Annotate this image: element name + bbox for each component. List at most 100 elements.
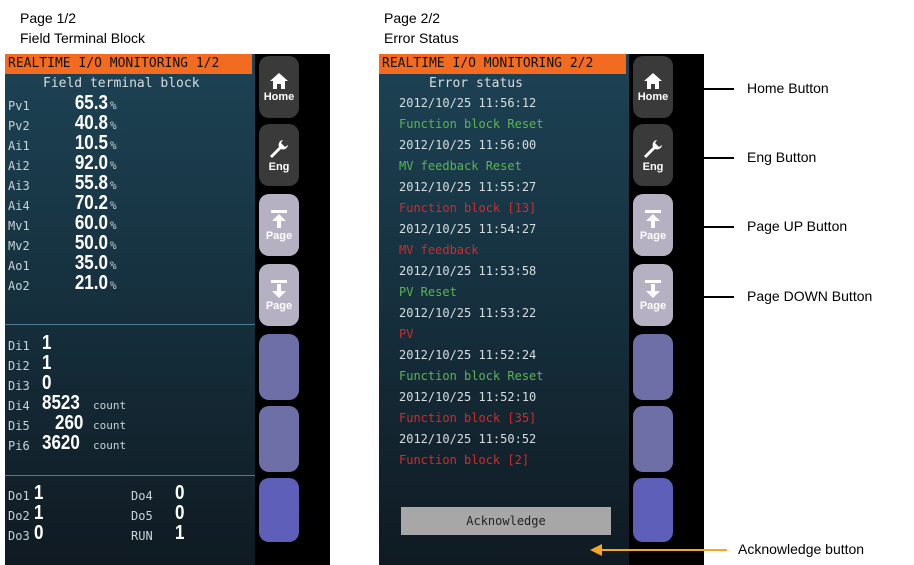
- digital-row: Di5 260 count: [8, 412, 158, 436]
- home-button-label: Home: [637, 90, 669, 103]
- home-button-label: Home: [263, 90, 295, 103]
- blank-side-button[interactable]: [633, 334, 673, 400]
- blank-side-button[interactable]: [259, 334, 299, 400]
- annotation-arrow-line: [690, 226, 734, 228]
- error-time: 2012/10/25 11:52:10: [399, 390, 537, 404]
- right-subtitle: Error status: [429, 76, 523, 91]
- row-value: 65.3: [74, 92, 108, 114]
- annotation-arrow-line: [690, 157, 734, 159]
- page-up-label: Page: [639, 229, 667, 242]
- error-message: MV feedback: [399, 243, 479, 257]
- error-time: 2012/10/25 11:56:12: [399, 96, 537, 110]
- page-down-annotation: Page DOWN Button: [747, 288, 873, 304]
- row-value: 0: [34, 522, 44, 544]
- left-header-bar: REALTIME I/O MONITORING 1/2: [5, 54, 252, 74]
- row-value: 0: [175, 482, 185, 504]
- row-label: Mv1: [8, 219, 30, 233]
- row-value: 70.2: [74, 192, 108, 214]
- row-value: 1: [34, 482, 44, 504]
- right-side-panel: Home Eng Page Page: [629, 54, 704, 565]
- row-unit: %: [110, 159, 117, 172]
- analog-row: Ao2 21.0%: [8, 272, 118, 296]
- left-side-panel: Home Eng Page Page: [255, 54, 330, 565]
- row-label: Do4: [131, 489, 153, 503]
- row-label: Pv2: [8, 119, 30, 133]
- row-value: 40.8: [74, 112, 108, 134]
- row-label: Ao2: [8, 279, 30, 293]
- row-value: 21.0: [74, 272, 108, 294]
- row-value: 8523: [42, 392, 80, 414]
- page-up-button[interactable]: Page: [259, 194, 299, 256]
- row-value: 0: [42, 372, 52, 394]
- right-header-bar: REALTIME I/O MONITORING 2/2: [379, 54, 626, 74]
- wrench-icon: [644, 139, 662, 158]
- eng-button-label: Eng: [268, 160, 290, 173]
- row-unit: %: [110, 179, 117, 192]
- error-time: 2012/10/25 11:56:00: [399, 138, 537, 152]
- error-message: Function block [35]: [399, 411, 537, 425]
- error-message: Function block [13]: [399, 201, 537, 215]
- row-unit: %: [110, 219, 117, 232]
- eng-button-annotation: Eng Button: [747, 149, 817, 165]
- row-label: Ai4: [8, 199, 30, 213]
- row-value: 55.8: [74, 172, 108, 194]
- output-row: Do4 0: [131, 482, 211, 506]
- row-label: Ai2: [8, 159, 30, 173]
- row-value: 60.0: [74, 212, 108, 234]
- row-value: 0: [175, 502, 185, 524]
- left-screen: REALTIME I/O MONITORING 1/2 Field termin…: [5, 54, 330, 565]
- page-down-button[interactable]: Page: [633, 264, 673, 326]
- row-label: RUN: [131, 529, 153, 543]
- row-value: 10.5: [74, 132, 108, 154]
- row-value: 1: [34, 502, 44, 524]
- wrench-icon: [270, 139, 288, 158]
- row-value: 1: [42, 332, 52, 354]
- acknowledge-button[interactable]: Acknowledge: [401, 507, 611, 535]
- output-row: Do5 0: [131, 502, 211, 526]
- error-time: 2012/10/25 11:55:27: [399, 180, 537, 194]
- left-caption-page: Page 1/2: [20, 10, 77, 26]
- blank-side-button[interactable]: [633, 406, 673, 472]
- arrow-down-icon: [271, 279, 287, 298]
- right-caption-title: Error Status: [384, 30, 459, 46]
- row-value: 260: [55, 412, 84, 434]
- error-message: PV Reset: [399, 285, 457, 299]
- row-label: Ai3: [8, 179, 30, 193]
- row-unit: count: [93, 399, 127, 412]
- error-time: 2012/10/25 11:52:24: [399, 348, 537, 362]
- output-row: RUN 1: [131, 522, 211, 546]
- eng-button[interactable]: Eng: [633, 124, 673, 186]
- row-value: 35.0: [74, 252, 108, 274]
- blank-side-button[interactable]: [259, 478, 299, 542]
- page-up-button[interactable]: Page: [633, 194, 673, 256]
- home-icon: [644, 72, 662, 89]
- home-button-annotation: Home Button: [747, 80, 829, 96]
- row-value: 3620: [42, 432, 80, 454]
- page-up-annotation: Page UP Button: [747, 218, 848, 234]
- blank-side-button[interactable]: [633, 478, 673, 542]
- right-caption-page: Page 2/2: [384, 10, 441, 26]
- row-value: 1: [175, 522, 185, 544]
- row-unit: %: [110, 99, 117, 112]
- row-unit: %: [110, 239, 117, 252]
- left-subtitle: Field terminal block: [43, 76, 200, 91]
- eng-button[interactable]: Eng: [259, 124, 299, 186]
- row-label: Ao1: [8, 259, 30, 273]
- row-label: Do5: [131, 509, 153, 523]
- digital-row: Pi6 3620 count: [8, 432, 158, 456]
- right-screen: REALTIME I/O MONITORING 2/2 Error status…: [379, 54, 704, 565]
- blank-side-button[interactable]: [259, 406, 299, 472]
- left-caption-title: Field Terminal Block: [20, 30, 146, 46]
- row-value: 92.0: [74, 152, 108, 174]
- section-divider: [5, 475, 255, 476]
- eng-button-label: Eng: [642, 160, 664, 173]
- arrow-down-icon: [645, 279, 661, 298]
- home-button[interactable]: Home: [633, 56, 673, 118]
- error-message: PV: [399, 327, 414, 341]
- page-down-button[interactable]: Page: [259, 264, 299, 326]
- section-divider: [5, 324, 255, 325]
- home-button[interactable]: Home: [259, 56, 299, 118]
- row-unit: %: [110, 139, 117, 152]
- left-main-panel: REALTIME I/O MONITORING 1/2 Field termin…: [5, 54, 255, 565]
- error-message: Function block Reset: [399, 369, 544, 383]
